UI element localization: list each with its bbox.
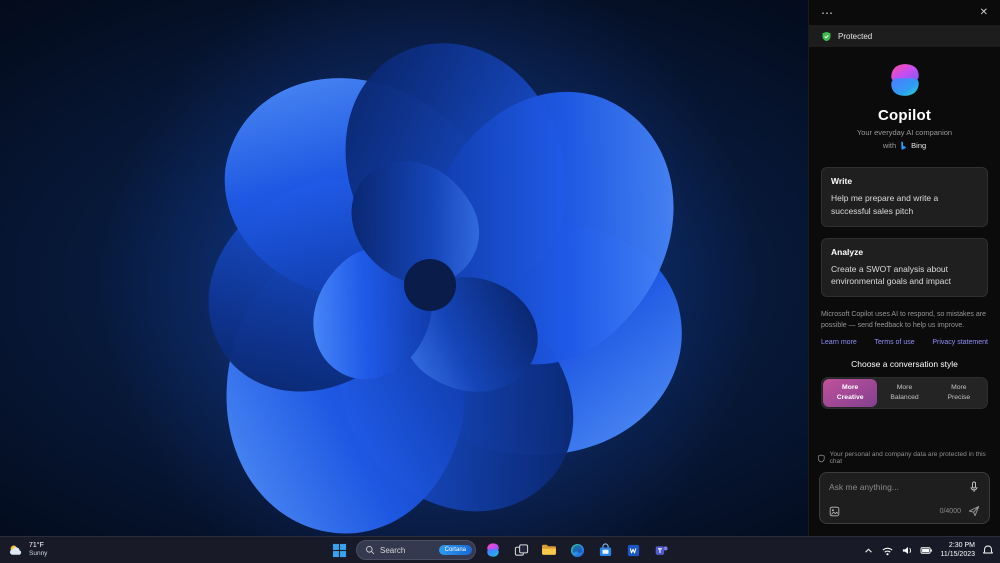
with-bing-row: with Bing	[883, 141, 926, 150]
taskbar-item-task-view[interactable]	[510, 539, 532, 561]
send-icon[interactable]	[968, 505, 980, 517]
edge-icon	[570, 543, 584, 557]
taskbar-item-teams[interactable]	[650, 539, 672, 561]
shield-outline-icon	[817, 454, 825, 462]
taskbar: 71°F Sunny Search Cortana 2:30 PM 11/15/…	[0, 536, 1000, 563]
page-title: Copilot	[877, 107, 932, 124]
data-protection-text: Your personal and company data are prote…	[829, 451, 986, 465]
conversation-style-heading: Choose a conversation style	[851, 358, 958, 369]
suggestion-card-write[interactable]: Write Help me prepare and write a succes…	[821, 167, 988, 227]
bing-label: Bing	[911, 141, 927, 150]
card-title: Analyze	[831, 246, 864, 257]
taskbar-center: Search Cortana	[328, 537, 672, 563]
hidden-icons-chevron-icon[interactable]	[863, 546, 874, 555]
copilot-hero: Copilot Your everyday AI companion with …	[809, 61, 1000, 150]
protected-badge: Protected	[809, 25, 1000, 47]
style-label-line1: More	[951, 383, 967, 391]
word-icon	[627, 544, 639, 556]
copilot-subtitle: Your everyday AI companion	[856, 128, 953, 137]
taskbar-item-store[interactable]	[594, 539, 616, 561]
search-label: Search	[380, 545, 406, 555]
more-options-icon[interactable]: ⋯	[821, 6, 833, 20]
shield-icon	[822, 31, 831, 41]
teams-icon	[655, 545, 668, 555]
volume-icon[interactable]	[901, 545, 913, 556]
microsoft-store-icon	[599, 542, 611, 556]
search-box[interactable]: Search Cortana	[356, 540, 476, 560]
task-view-icon	[514, 543, 528, 556]
ai-disclaimer: Microsoft Copilot uses AI to respond, so…	[821, 311, 986, 329]
weather-condition: Sunny	[29, 550, 48, 558]
clock-time: 2:30 PM	[948, 541, 975, 549]
microphone-icon[interactable]	[968, 481, 980, 493]
bing-icon	[901, 141, 907, 150]
conversation-style-picker: More Creative More Balanced More Precise	[821, 376, 988, 410]
card-body: Create a SWOT analysis about environment…	[831, 263, 952, 287]
file-explorer-icon	[542, 544, 556, 555]
style-label-line2: Creative	[836, 393, 864, 401]
suggestion-card-analyze[interactable]: Analyze Create a SWOT analysis about env…	[821, 237, 988, 297]
copilot-titlebar: ⋯ ✕	[809, 0, 1000, 25]
taskbar-item-copilot[interactable]	[482, 539, 504, 561]
with-label: with	[882, 141, 897, 150]
wifi-icon[interactable]	[881, 545, 894, 556]
search-icon	[366, 546, 375, 555]
weather-icon	[9, 545, 22, 555]
privacy-statement-link[interactable]: Privacy statement	[932, 339, 988, 346]
style-label-line2: Balanced	[890, 393, 919, 401]
windows-logo-icon	[332, 543, 346, 557]
notification-bell-icon[interactable]	[982, 544, 994, 556]
data-protection-note: Your personal and company data are prote…	[817, 451, 992, 465]
style-label-line2: Precise	[947, 393, 971, 401]
terms-of-use-link[interactable]: Terms of use	[875, 339, 915, 346]
style-label-line1: More	[896, 383, 913, 391]
style-more-balanced[interactable]: More Balanced	[877, 379, 931, 407]
copilot-logo-icon	[890, 64, 919, 96]
screenshot-icon[interactable]	[829, 506, 840, 517]
style-more-precise[interactable]: More Precise	[932, 379, 986, 407]
system-tray: 2:30 PM 11/15/2023	[863, 537, 994, 563]
copilot-icon	[487, 543, 499, 557]
card-title: Write	[831, 176, 853, 186]
weather-temp: 71°F	[29, 541, 44, 549]
taskbar-item-file-explorer[interactable]	[538, 539, 560, 561]
copilot-panel: ⋯ ✕ Protected Copilot Your everyday AI c…	[808, 0, 1000, 536]
search-highlight-badge[interactable]: Cortana	[438, 545, 472, 555]
chat-input[interactable]	[829, 482, 962, 492]
learn-more-link[interactable]: Learn more	[821, 339, 857, 346]
card-body: Help me prepare and write a successful s…	[831, 193, 939, 216]
clock[interactable]: 2:30 PM 11/15/2023	[940, 541, 975, 560]
weather-widget[interactable]: 71°F Sunny	[8, 537, 47, 563]
battery-icon[interactable]	[920, 545, 933, 556]
close-icon[interactable]: ✕	[980, 7, 988, 18]
desktop: ⋯ ✕ Protected Copilot Your everyday AI c…	[0, 0, 1000, 563]
character-counter: 0/4000	[939, 507, 961, 515]
start-button[interactable]	[328, 539, 350, 561]
style-label-line1: More	[842, 383, 859, 391]
protected-label: Protected	[838, 31, 873, 41]
clock-date: 11/15/2023	[940, 551, 975, 558]
legal-links: Learn more Terms of use Privacy statemen…	[821, 339, 988, 346]
taskbar-item-edge[interactable]	[566, 539, 588, 561]
taskbar-item-word[interactable]	[622, 539, 644, 561]
chat-input-box[interactable]: 0/4000	[819, 472, 990, 524]
style-more-creative[interactable]: More Creative	[823, 378, 878, 408]
